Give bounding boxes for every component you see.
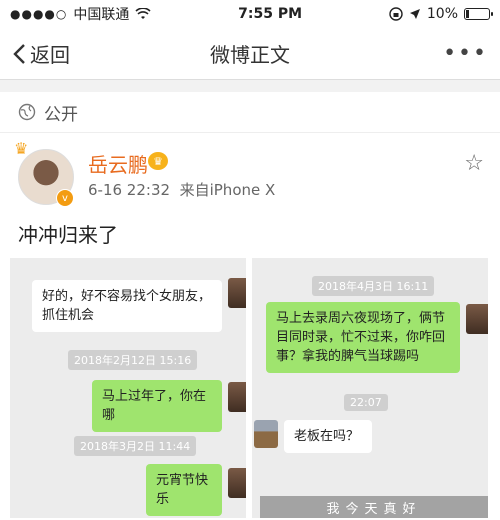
favorite-star-icon[interactable]: ☆ bbox=[464, 151, 484, 176]
section-divider bbox=[0, 80, 500, 92]
page-title: 微博正文 bbox=[210, 43, 290, 67]
chevron-left-icon bbox=[13, 43, 25, 64]
status-bar: ●●●●○ 中国联通 7:55 PM 10% bbox=[0, 0, 500, 28]
post-text: 冲冲归来了 bbox=[18, 223, 118, 247]
chat-avatar bbox=[228, 468, 246, 498]
chat-bubble: 马上过年了，你在哪 bbox=[92, 380, 222, 432]
navigation-bar: 返回 微博正文 ••• bbox=[0, 28, 500, 80]
carrier-label: 中国联通 bbox=[73, 7, 130, 23]
post-header: ♛ v 岳云鹏 ♛ 6-16 22:32 来自iPhone X ☆ bbox=[0, 133, 500, 209]
back-label: 返回 bbox=[30, 43, 70, 67]
status-time: 7:55 PM bbox=[238, 6, 303, 22]
wifi-icon bbox=[135, 8, 151, 19]
orientation-lock-icon bbox=[389, 7, 403, 21]
chat-timestamp: 2018年4月3日 16:11 bbox=[312, 276, 435, 296]
location-arrow-icon bbox=[409, 9, 420, 19]
post-source: 来自iPhone X bbox=[179, 181, 276, 199]
post-image-left[interactable]: 好的，好不容易找个女朋友，抓住机会 2018年2月12日 15:16 马上过年了… bbox=[10, 258, 246, 518]
chat-timestamp: 2018年2月12日 15:16 bbox=[68, 350, 198, 370]
chat-timestamp: 2018年3月2日 11:44 bbox=[74, 436, 197, 456]
battery-icon bbox=[464, 8, 493, 20]
image-watermark: 我今天真好 bbox=[260, 496, 488, 518]
post-date: 6-16 22:32 bbox=[88, 181, 171, 199]
author-name[interactable]: 岳云鹏 bbox=[88, 149, 148, 178]
chat-avatar bbox=[228, 382, 246, 412]
chat-avatar bbox=[466, 304, 488, 334]
more-options-button[interactable]: ••• bbox=[443, 41, 488, 66]
chat-bubble: 元宵节快乐 bbox=[146, 464, 222, 516]
back-button[interactable]: 返回 bbox=[12, 39, 70, 68]
chat-bubble: 马上去录周六夜现场了，俩节目同时录，忙不过来，你咋回事？拿我的脾气当球踢吗 bbox=[266, 302, 460, 373]
verified-badge: v bbox=[56, 189, 74, 207]
chat-bubble: 好的，好不容易找个女朋友，抓住机会 bbox=[32, 280, 222, 332]
chat-avatar bbox=[254, 420, 278, 448]
battery-percent: 10% bbox=[426, 6, 458, 22]
crown-icon: ♛ bbox=[14, 139, 29, 158]
globe-icon bbox=[18, 103, 36, 121]
post-meta: 6-16 22:32 来自iPhone X bbox=[88, 179, 275, 200]
image-grid: 好的，好不容易找个女朋友，抓住机会 2018年2月12日 15:16 马上过年了… bbox=[0, 258, 500, 518]
signal-strength-icon: ●●●●○ bbox=[10, 7, 68, 21]
chat-timestamp: 22:07 bbox=[344, 394, 388, 411]
chat-bubble: 老板在吗？ bbox=[284, 420, 372, 453]
post-image-right[interactable]: 2018年4月3日 16:11 马上去录周六夜现场了，俩节目同时录，忙不过来，你… bbox=[252, 258, 488, 518]
visibility-label: 公开 bbox=[44, 104, 78, 125]
visibility-row: 公开 bbox=[0, 92, 500, 133]
vip-crown-icon: ♛ bbox=[148, 152, 168, 170]
chat-avatar bbox=[228, 278, 246, 308]
